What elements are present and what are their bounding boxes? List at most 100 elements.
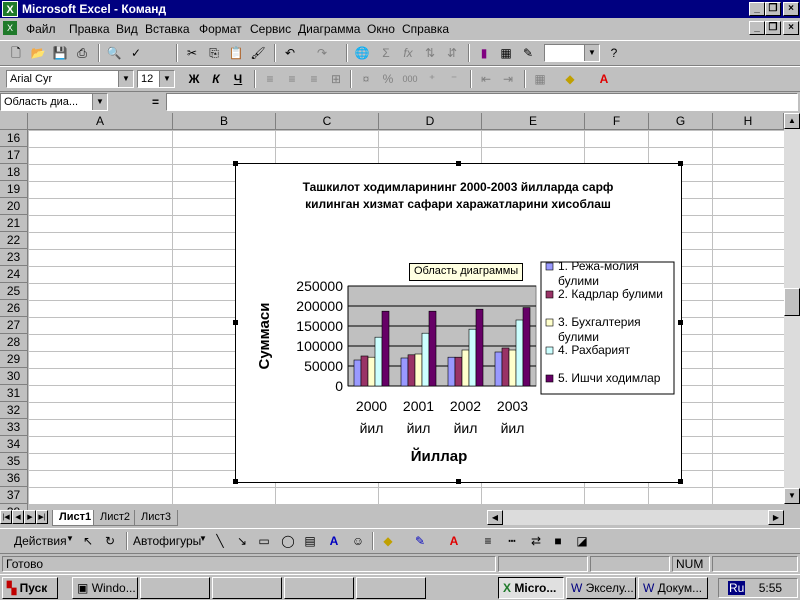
row-header[interactable]: 37 bbox=[0, 487, 28, 504]
taskbar-item[interactable] bbox=[356, 577, 426, 599]
paste-icon[interactable]: 📋 bbox=[226, 44, 246, 62]
row-header[interactable]: 30 bbox=[0, 368, 28, 385]
column-header-g[interactable]: G bbox=[649, 113, 713, 130]
resize-handle[interactable] bbox=[233, 320, 238, 325]
arrow-icon[interactable]: ↘ bbox=[232, 532, 252, 550]
resize-handle[interactable] bbox=[456, 479, 461, 484]
row-header[interactable]: 33 bbox=[0, 419, 28, 436]
row-header[interactable]: 23 bbox=[0, 249, 28, 266]
menu-help[interactable]: Справка bbox=[402, 22, 449, 36]
scroll-up-icon[interactable]: ▲ bbox=[784, 113, 800, 129]
workbook-icon[interactable]: X bbox=[3, 21, 17, 35]
zoom-select[interactable]: ▼ bbox=[544, 44, 600, 62]
line-icon[interactable]: ╲ bbox=[210, 532, 230, 550]
map-icon[interactable]: ▦ bbox=[496, 44, 516, 62]
line-color-icon[interactable]: ✎ bbox=[410, 532, 430, 550]
decrease-indent-icon[interactable]: ⇤ bbox=[476, 70, 496, 88]
horizontal-scrollbar[interactable]: ◀ ▶ bbox=[487, 510, 784, 525]
align-left-icon[interactable]: ≡ bbox=[260, 70, 280, 88]
row-header[interactable]: 21 bbox=[0, 215, 28, 232]
menu-tools[interactable]: Сервис bbox=[250, 22, 291, 36]
resize-handle[interactable] bbox=[678, 161, 683, 166]
oval-icon[interactable]: ◯ bbox=[278, 532, 298, 550]
chart-area[interactable]: Ташкилот ходимларининг 2000-2003 йиллард… bbox=[233, 161, 683, 484]
menu-view[interactable]: Вид bbox=[116, 22, 138, 36]
taskbar-item[interactable] bbox=[140, 577, 210, 599]
doc-restore-button[interactable]: ❐ bbox=[765, 21, 781, 35]
row-header[interactable]: 19 bbox=[0, 181, 28, 198]
actions-menu[interactable]: Действия bbox=[14, 534, 67, 548]
arrow-style-icon[interactable]: ⇄ bbox=[526, 532, 546, 550]
row-header[interactable]: 25 bbox=[0, 283, 28, 300]
row-header[interactable]: 26 bbox=[0, 300, 28, 317]
language-indicator[interactable]: Ru bbox=[728, 581, 746, 595]
currency-icon[interactable]: ¤ bbox=[356, 70, 376, 88]
column-header-c[interactable]: C bbox=[276, 113, 379, 130]
resize-handle[interactable] bbox=[678, 479, 683, 484]
sort-ascending-icon[interactable]: ⇅ bbox=[420, 44, 440, 62]
redo-icon[interactable]: ↷ bbox=[312, 44, 332, 62]
resize-handle[interactable] bbox=[456, 161, 461, 166]
align-right-icon[interactable]: ≡ bbox=[304, 70, 324, 88]
merge-center-icon[interactable]: ⊞ bbox=[326, 70, 346, 88]
font-color-icon[interactable]: A bbox=[444, 532, 464, 550]
decrease-decimal-icon[interactable]: ⁻ bbox=[444, 70, 464, 88]
function-icon[interactable]: fx bbox=[398, 44, 418, 62]
sheet-tab-3[interactable]: Лист3 bbox=[134, 510, 179, 526]
menu-insert[interactable]: Вставка bbox=[145, 22, 190, 36]
underline-button[interactable]: Ч bbox=[228, 70, 248, 88]
increase-indent-icon[interactable]: ⇥ bbox=[498, 70, 518, 88]
autosum-icon[interactable]: Σ bbox=[376, 44, 396, 62]
name-box[interactable]: Область диа... ▼ bbox=[0, 93, 108, 111]
scroll-down-icon[interactable]: ▼ bbox=[784, 488, 800, 504]
select-all-corner[interactable] bbox=[0, 113, 28, 130]
row-header[interactable]: 24 bbox=[0, 266, 28, 283]
new-icon[interactable]: 🗋 bbox=[6, 44, 26, 62]
autoshapes-menu[interactable]: Автофигуры bbox=[133, 534, 201, 548]
row-header[interactable]: 31 bbox=[0, 385, 28, 402]
taskbar-item[interactable]: ▣ Windo... bbox=[72, 577, 138, 599]
menu-window[interactable]: Окно bbox=[367, 22, 395, 36]
minimize-button[interactable]: _ bbox=[749, 2, 765, 16]
textbox-icon[interactable]: ▤ bbox=[300, 532, 320, 550]
menu-chart[interactable]: Диаграмма bbox=[298, 22, 360, 36]
doc-minimize-button[interactable]: _ bbox=[749, 21, 765, 35]
thousands-button[interactable]: 000 bbox=[400, 70, 420, 88]
taskbar-item[interactable]: W Экселу... bbox=[566, 577, 636, 599]
clipart-icon[interactable]: ☺ bbox=[348, 532, 368, 550]
print-preview-icon[interactable]: 🔍 bbox=[104, 44, 124, 62]
cut-icon[interactable]: ✂ bbox=[182, 44, 202, 62]
restore-button[interactable]: ❐ bbox=[765, 2, 781, 16]
row-header[interactable]: 29 bbox=[0, 351, 28, 368]
3d-icon[interactable]: ◪ bbox=[572, 532, 592, 550]
font-size-select[interactable]: 12 ▼ bbox=[137, 70, 175, 88]
row-header[interactable]: 35 bbox=[0, 453, 28, 470]
row-header[interactable]: 27 bbox=[0, 317, 28, 334]
close-button[interactable]: × bbox=[783, 2, 799, 16]
resize-handle[interactable] bbox=[233, 479, 238, 484]
first-sheet-icon[interactable]: |◀ bbox=[0, 510, 12, 524]
italic-button[interactable]: К bbox=[206, 70, 226, 88]
align-center-icon[interactable]: ≡ bbox=[282, 70, 302, 88]
font-select[interactable]: Arial Cyr ▼ bbox=[6, 70, 134, 88]
doc-close-button[interactable]: × bbox=[783, 21, 799, 35]
select-pointer-icon[interactable]: ↖ bbox=[78, 532, 98, 550]
sheet-tab-1[interactable]: Лист1 bbox=[52, 510, 99, 526]
chart-wizard-icon[interactable]: ▮ bbox=[474, 44, 494, 62]
shadow-icon[interactable]: ■ bbox=[548, 532, 568, 550]
row-header[interactable]: 17 bbox=[0, 147, 28, 164]
row-header[interactable]: 32 bbox=[0, 402, 28, 419]
taskbar-item[interactable] bbox=[284, 577, 354, 599]
spelling-icon[interactable]: ✓ bbox=[126, 44, 146, 62]
vertical-scrollbar[interactable]: ▲ ▼ bbox=[784, 113, 800, 504]
percent-button[interactable]: % bbox=[378, 70, 398, 88]
sheet-tab-2[interactable]: Лист2 bbox=[93, 510, 138, 526]
sort-descending-icon[interactable]: ⇵ bbox=[442, 44, 462, 62]
start-button[interactable]: ▚ Пуск bbox=[2, 577, 58, 599]
prev-sheet-icon[interactable]: ◀ bbox=[12, 510, 24, 524]
borders-icon[interactable]: ▦ bbox=[530, 70, 550, 88]
row-header[interactable]: 20 bbox=[0, 198, 28, 215]
bold-button[interactable]: Ж bbox=[184, 70, 204, 88]
legend[interactable]: 1. Режа-молиябулими2. Кадрлар булими3. Б… bbox=[540, 259, 675, 395]
row-header[interactable]: 18 bbox=[0, 164, 28, 181]
